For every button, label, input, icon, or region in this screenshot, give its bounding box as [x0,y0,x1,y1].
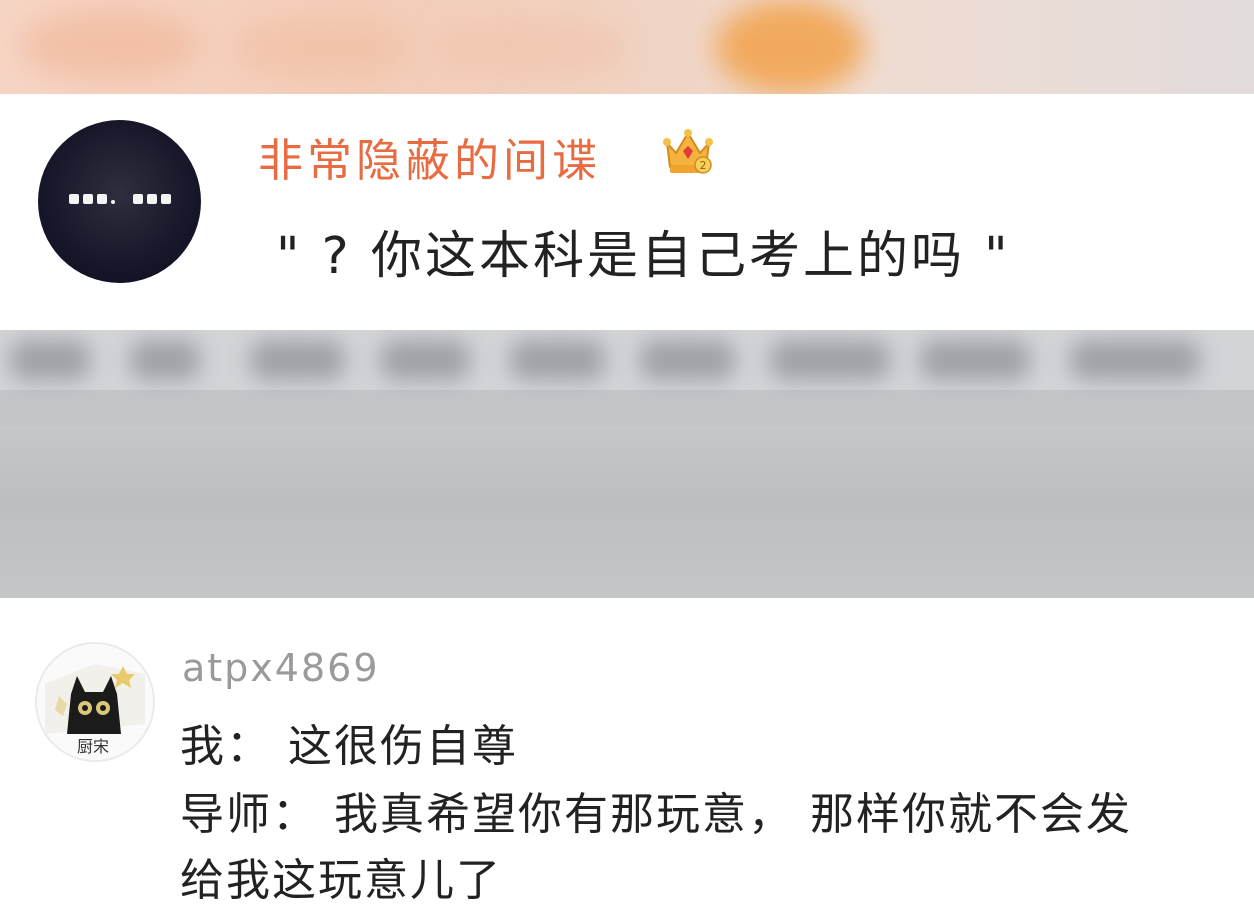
crown-icon: 2 [663,129,713,174]
comment-text: " ? 你这本科是自己考上的吗 " [276,227,1011,286]
comment-line: 给我这玩意儿了 [180,855,502,906]
svg-text:厨宋: 厨宋 [77,737,109,756]
comment-line: 导师： 我真希望你有那玩意， 那样你就不会发 [180,789,1132,840]
comment-card: 厨宋 atpx4869 我： 这很伤自尊 导师： 我真希望你有那玩意， 那样你就… [0,598,1254,906]
comment-line: 我： 这很伤自尊 [180,721,518,772]
avatar[interactable] [38,120,201,283]
cat-avatar-icon: 厨宋 [37,644,153,760]
svg-text:2: 2 [700,159,707,172]
blurred-comments [0,330,1254,598]
avatar-light-icon [60,192,180,206]
blurred-header [0,0,1254,94]
username[interactable]: atpx4869 [182,646,380,690]
username[interactable]: 非常隐蔽的间谍 [258,124,601,189]
comment-card: 非常隐蔽的间谍 2 " ? 你这本科是自己考上的吗 " [0,94,1254,330]
avatar[interactable]: 厨宋 [35,642,155,762]
